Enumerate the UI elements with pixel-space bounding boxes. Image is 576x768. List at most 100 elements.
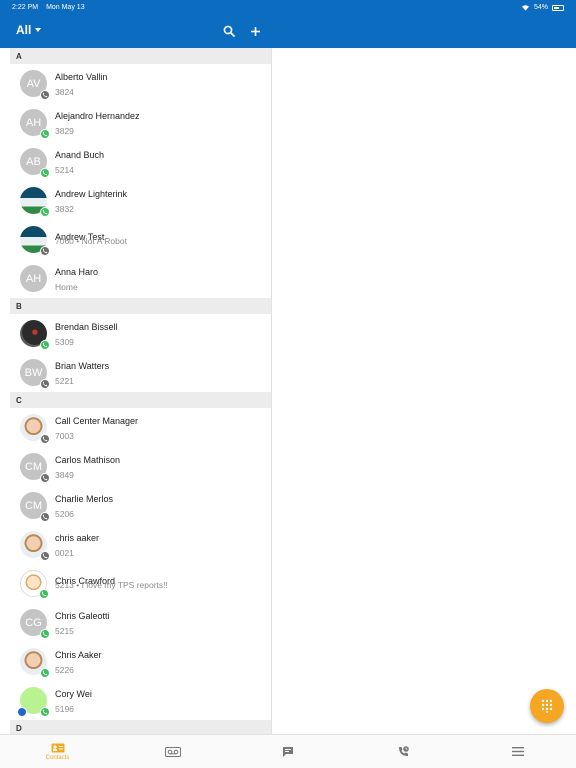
phone-status-icon (40, 473, 50, 483)
section-header-c: C (10, 392, 271, 408)
wifi-icon (521, 5, 529, 11)
contact-name: Call Center Manager (55, 416, 139, 426)
contact-detail: 3829 (55, 126, 74, 136)
avatar: AH (20, 109, 50, 139)
avatar-initials: AH (25, 272, 42, 285)
contact-detail: 5309 (55, 337, 74, 347)
contact-row[interactable]: Andrew Test 7060 • Not A Robot (10, 220, 271, 259)
contacts-icon (51, 743, 65, 752)
tab-chat[interactable] (230, 735, 345, 768)
filter-label: All (16, 23, 32, 37)
dialpad-button[interactable] (530, 689, 564, 723)
avatar (20, 320, 50, 350)
contact-name: Andrew Lighterink (55, 189, 128, 199)
contact-detail: 0021 (55, 548, 74, 558)
contact-row[interactable]: Chris Aaker 5226 (10, 642, 271, 681)
avatar (20, 570, 49, 599)
contact-name: Charlie Merlos (55, 494, 114, 504)
avatar (17, 687, 50, 717)
contact-list[interactable]: A AV Alberto Vallin 3824 AH Alejandro Hernand… (10, 48, 272, 734)
phone-status-icon (40, 129, 50, 139)
tab-menu[interactable] (461, 735, 576, 768)
avatar: CG (20, 609, 50, 639)
contact-detail: 7003 (55, 431, 74, 441)
avatar-initials: AH (25, 116, 42, 129)
contact-row[interactable]: CG Chris Galeotti 5215 (10, 603, 271, 642)
avatar: AH (20, 265, 47, 292)
section-header-b: B (10, 298, 271, 314)
contact-detail: 5226 (55, 665, 74, 675)
contact-name: chris aaker (55, 533, 100, 543)
tab-contacts[interactable]: Contacts (0, 735, 115, 768)
phone-status-icon (40, 434, 50, 444)
contact-detail: 5215 (55, 626, 74, 636)
contact-detail: 5213 • I love my TPS reports!! (55, 580, 168, 590)
contact-name: Cory Wei (55, 689, 92, 699)
contact-row[interactable]: Cory Wei 5196 (10, 681, 271, 720)
filter-dropdown[interactable]: All (16, 23, 42, 37)
phone-status-icon (40, 379, 50, 389)
phone-status-icon (40, 512, 50, 522)
phone-status-icon (40, 340, 50, 350)
avatar (20, 226, 50, 256)
contact-detail: 3824 (55, 87, 74, 97)
avatar: BW (20, 359, 50, 389)
tab-voicemail[interactable] (115, 735, 230, 768)
contact-name: Anna Haro (55, 267, 99, 277)
avatar: AV (20, 70, 50, 100)
contact-name: Chris Aaker (55, 650, 102, 660)
tab-recents[interactable] (346, 735, 461, 768)
chat-icon (283, 746, 293, 757)
avatar (20, 187, 50, 217)
status-right: 54% (521, 4, 564, 11)
contact-detail: 5196 (55, 704, 74, 714)
contact-row[interactable]: chris aaker 0021 (10, 525, 271, 564)
contact-row[interactable]: AH Anna Haro Home (10, 259, 271, 298)
avatar: CM (20, 492, 50, 522)
contact-row[interactable]: AB Anand Buch 5214 (10, 142, 271, 181)
contact-row[interactable]: Call Center Manager 7003 (10, 408, 271, 447)
contact-detail: 7060 • Not A Robot (55, 236, 127, 246)
phone-status-icon (40, 707, 50, 717)
status-time: 2:22 PM (12, 4, 39, 11)
avatar-initials: AV (26, 77, 41, 90)
contact-row[interactable]: CM Carlos Mathison 3849 (10, 447, 271, 486)
tab-bar: Contacts (0, 734, 576, 768)
contact-name: Carlos Mathison (55, 455, 121, 465)
status-bar: 2:22 PM Mon May 13 54% (0, 0, 576, 15)
contact-row[interactable]: Andrew Lighterink 3832 (10, 181, 271, 220)
voicemail-icon (164, 746, 181, 757)
contact-row[interactable]: Chris Crawford 5213 • I love my TPS repor… (10, 564, 271, 603)
contact-name: Alejandro Hernandez (55, 111, 140, 121)
avatar-initials: CM (24, 460, 43, 473)
contact-name: Alberto Vallin (55, 72, 108, 82)
phone-status-icon (40, 90, 50, 100)
detail-pane (272, 48, 572, 734)
search-button[interactable] (220, 22, 238, 40)
avatar: CM (20, 453, 50, 483)
avatar-initials: CG (25, 616, 42, 629)
avatar-initials: AB (26, 155, 41, 168)
battery-percent: 54% (533, 4, 548, 11)
avatar (20, 648, 50, 678)
add-contact-button[interactable] (246, 22, 264, 40)
avatar (20, 531, 50, 561)
phone-status-icon (40, 668, 50, 678)
contact-row[interactable]: AV Alberto Vallin 3824 (10, 64, 271, 103)
contact-row[interactable]: BW Brian Watters 5221 (10, 353, 271, 392)
avatar-initials: CM (24, 499, 43, 512)
contact-row[interactable]: Brendan Bissell 5309 (10, 314, 271, 353)
contact-row[interactable]: CM Charlie Merlos 5206 (10, 486, 271, 525)
contact-detail: 5206 (55, 509, 74, 519)
contact-detail: 3849 (55, 470, 74, 480)
section-header-d: D (10, 720, 271, 734)
tab-contacts-label: Contacts (45, 754, 70, 761)
contact-detail: 5214 (55, 165, 74, 175)
contact-name: Anand Buch (55, 150, 105, 160)
dialpad-icon (541, 699, 553, 713)
section-header-a: A (10, 48, 271, 64)
contact-row[interactable]: AH Alejandro Hernandez 3829 (10, 103, 271, 142)
phone-status-icon (39, 589, 49, 599)
phone-status-icon (40, 168, 50, 178)
plus-icon (250, 26, 260, 36)
